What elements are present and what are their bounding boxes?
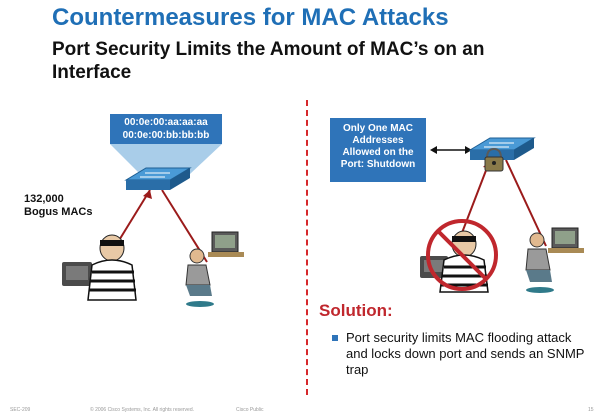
- switch-icon: [124, 167, 192, 190]
- mac-address-entry: 00:0e:00:bb:bb:bb: [122, 130, 210, 141]
- bogus-mac-text: Bogus MACs: [24, 206, 93, 218]
- solution-bullet: Port security limits MAC flooding attack…: [346, 330, 585, 377]
- footer-copyright: © 2006 Cisco Systems, Inc. All rights re…: [90, 407, 195, 413]
- hacker-icon: [62, 234, 137, 301]
- double-arrow-icon: [430, 146, 472, 154]
- user-link-right: [505, 159, 547, 247]
- bogus-mac-count: 132,000: [24, 193, 64, 205]
- mac-address-entry: 00:0e:00:aa:aa:aa: [124, 117, 208, 128]
- solution-heading: Solution:: [319, 301, 393, 320]
- footer-code: SEC-209: [10, 407, 31, 413]
- footer-page-number: 15: [588, 407, 594, 413]
- footer-classification: Cisco Public: [236, 407, 264, 413]
- port-policy-callout: Only One MAC Addresses Allowed on the Po…: [330, 118, 426, 182]
- mac-address-table: 00:0e:00:aa:aa:aa 00:0e:00:bb:bb:bb: [110, 114, 222, 144]
- callout-line: Only One MAC: [342, 123, 413, 134]
- callout-line: Allowed on the: [342, 147, 414, 158]
- user-workstation-icon: [525, 227, 584, 293]
- callout-line: Port: Shutdown: [340, 159, 416, 170]
- callout-line: Addresses: [352, 135, 404, 146]
- hacker-link-right: [459, 159, 491, 239]
- bullet-square-icon: [332, 335, 338, 341]
- bogus-mac-label: 132,000 Bogus MACs: [24, 193, 92, 219]
